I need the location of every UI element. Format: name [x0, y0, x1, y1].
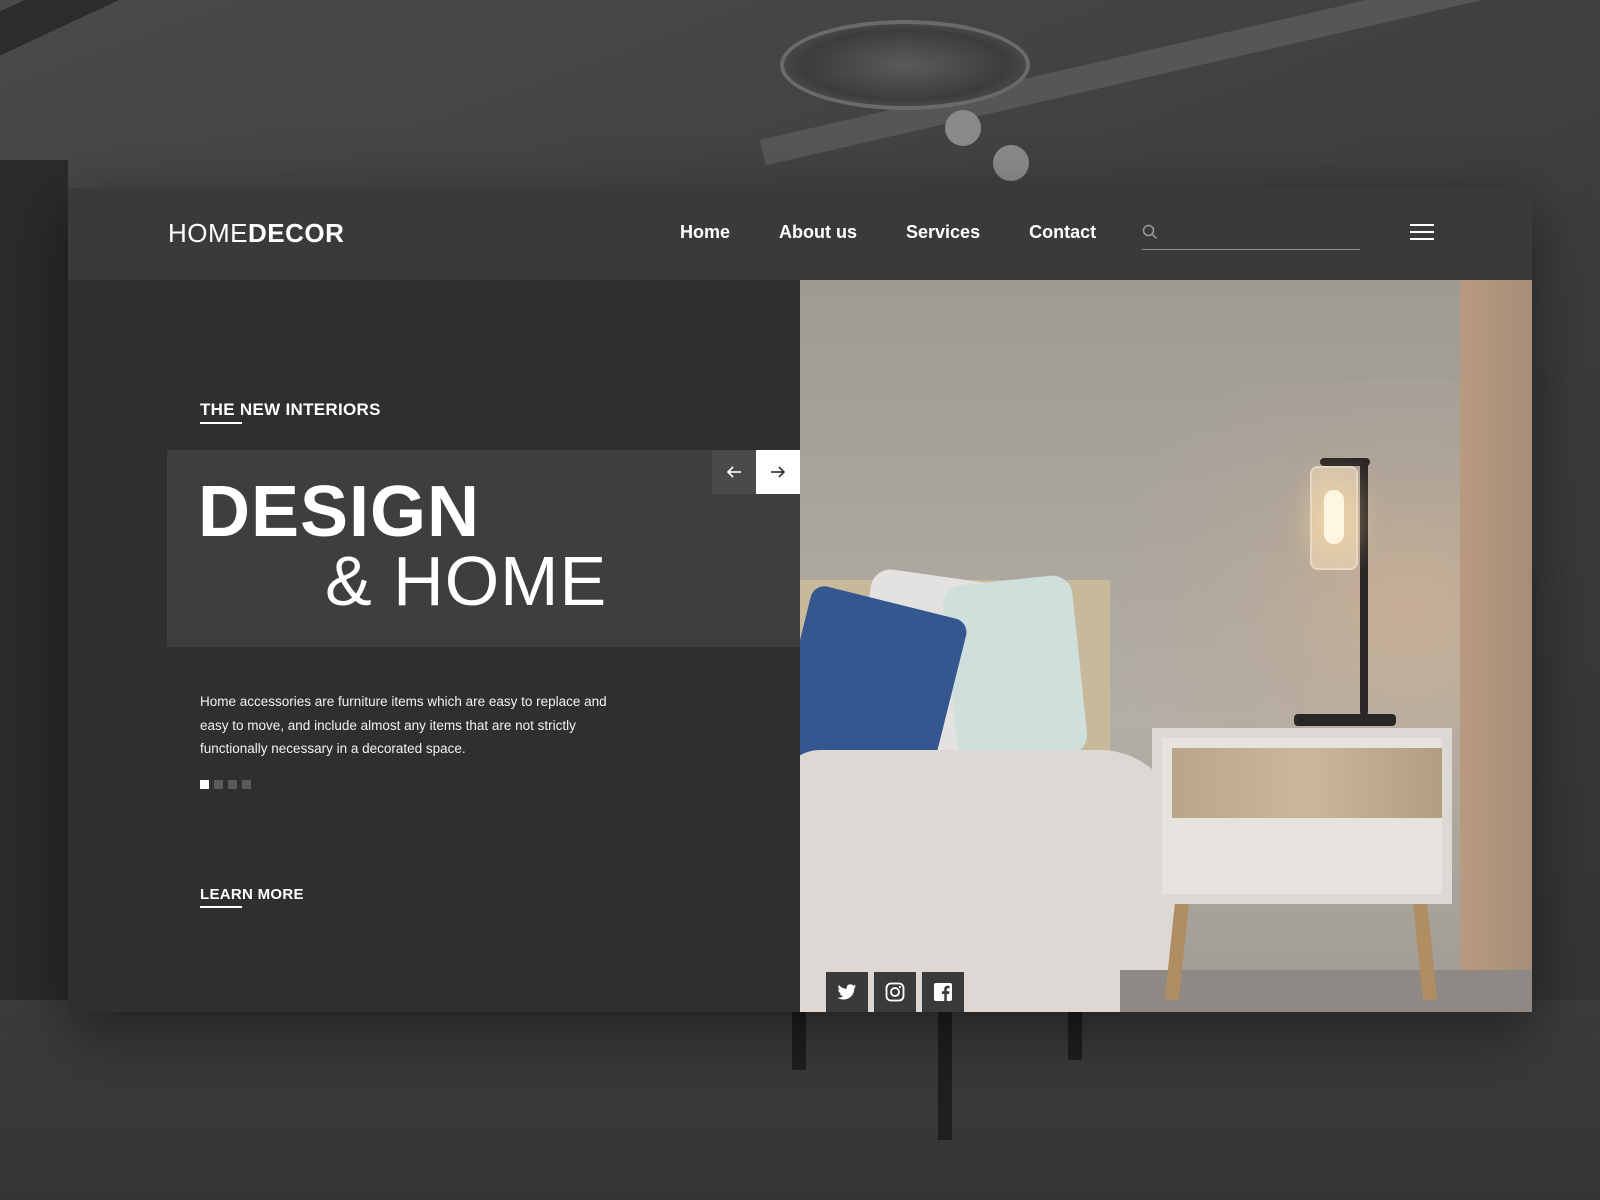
- slide-dot-3[interactable]: [228, 780, 237, 789]
- slide-dot-1[interactable]: [200, 780, 209, 789]
- learn-more-link[interactable]: LEARN MORE: [200, 886, 304, 903]
- table-leg: [938, 1000, 952, 1140]
- arrow-right-icon: [771, 466, 786, 478]
- nav-home[interactable]: Home: [680, 222, 730, 243]
- eyebrow-underline: [200, 422, 242, 424]
- slide-dot-4[interactable]: [242, 780, 251, 789]
- nav-contact[interactable]: Contact: [1029, 222, 1096, 243]
- nightstand-drawer: [1172, 748, 1442, 818]
- logo-bold: DECOR: [248, 218, 345, 248]
- hero-description: Home accessories are furniture items whi…: [200, 694, 607, 756]
- hero-photo-bedroom: [800, 280, 1532, 1012]
- learn-more-underline: [200, 906, 242, 908]
- next-slide-button[interactable]: [756, 450, 800, 494]
- search-input[interactable]: [1166, 220, 1356, 246]
- social-links: [826, 972, 964, 1012]
- chandelier: [780, 20, 1030, 110]
- slide-indicators: [200, 780, 251, 789]
- instagram-button[interactable]: [874, 972, 916, 1012]
- hero-title-line1: DESIGN: [198, 472, 481, 552]
- carpet: [1120, 970, 1532, 1012]
- logo[interactable]: HOMEDECOR: [168, 218, 344, 249]
- facebook-icon: [934, 983, 952, 1001]
- slide-dot-2[interactable]: [214, 780, 223, 789]
- logo-light: HOME: [168, 218, 248, 248]
- twitter-icon: [837, 983, 857, 999]
- lamp-base: [1294, 714, 1396, 726]
- site-header: HOMEDECOR Home About us Services Contact: [68, 188, 1532, 280]
- lamp-arm: [1320, 458, 1370, 466]
- chandelier-bulb: [993, 145, 1029, 181]
- ceiling-beam: [0, 0, 630, 67]
- lamp-arm: [1360, 460, 1368, 716]
- instagram-icon: [885, 982, 905, 1002]
- twitter-button[interactable]: [826, 972, 868, 1012]
- hero-title-line2: & HOME: [325, 542, 608, 620]
- nav-about-us[interactable]: About us: [779, 222, 857, 243]
- chandelier-bulb: [945, 110, 981, 146]
- hero-eyebrow: THE NEW INTERIORS: [200, 400, 381, 419]
- facebook-button[interactable]: [922, 972, 964, 1012]
- photo-wall: [1460, 280, 1532, 1012]
- hamburger-menu-icon[interactable]: [1410, 224, 1434, 242]
- arrow-left-icon: [726, 466, 741, 478]
- pillow: [940, 573, 1090, 767]
- prev-slide-button[interactable]: [712, 450, 756, 494]
- main-nav: Home About us Services Contact: [680, 222, 1145, 243]
- search-bar: [1142, 218, 1360, 250]
- search-icon[interactable]: [1142, 224, 1158, 240]
- lamp-bulb: [1324, 490, 1344, 544]
- nav-services[interactable]: Services: [906, 222, 980, 243]
- website-card: HOMEDECOR Home About us Services Contact…: [68, 188, 1532, 1012]
- background-wall: [0, 160, 68, 1060]
